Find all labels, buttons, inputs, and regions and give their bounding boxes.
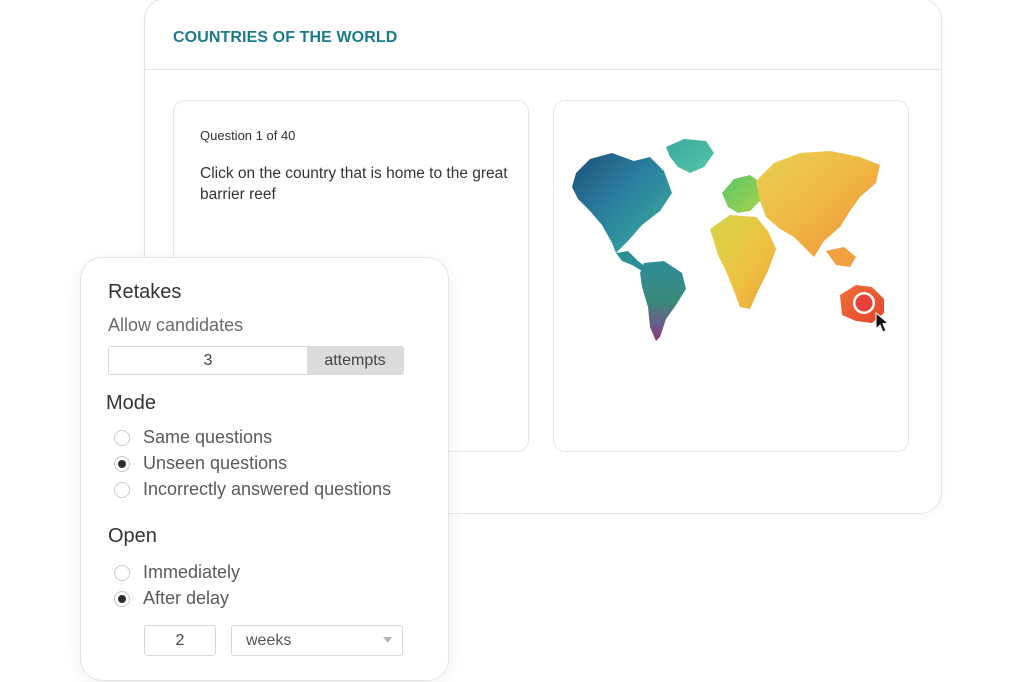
chevron-down-icon: [383, 637, 392, 643]
attempts-unit-label: attempts: [307, 347, 403, 374]
mode-option-unseen-questions[interactable]: Unseen questions: [114, 453, 287, 474]
radio-label: Same questions: [143, 427, 273, 447]
question-text: Click on the country that is home to the…: [200, 165, 508, 203]
radio-button[interactable]: [114, 481, 130, 498]
delay-amount-input[interactable]: [144, 625, 216, 656]
retake-settings-card: Retakes Allow candidates attempts Mode S…: [80, 257, 449, 681]
radio-button-selected[interactable]: [114, 590, 130, 607]
question-counter: Question 1 of 40: [200, 128, 296, 143]
open-option-immediately[interactable]: Immediately: [114, 562, 240, 583]
delay-unit-value: weeks: [246, 631, 292, 649]
retakes-heading: Retakes: [108, 281, 182, 303]
radio-button[interactable]: [114, 429, 130, 446]
open-heading: Open: [108, 525, 157, 547]
radio-label: Unseen questions: [143, 453, 288, 473]
asia-region[interactable]: [756, 151, 880, 257]
radio-label: Immediately: [143, 562, 241, 582]
radio-label: Incorrectly answered questions: [143, 479, 392, 499]
southeast-asia-region[interactable]: [826, 247, 856, 267]
world-map-panel[interactable]: [553, 100, 909, 452]
open-option-after-delay[interactable]: After delay: [114, 588, 229, 609]
south-america-region[interactable]: [640, 261, 686, 341]
radio-button-selected[interactable]: [114, 455, 130, 472]
central-america-region[interactable]: [616, 251, 646, 271]
header-divider: [145, 69, 941, 70]
allow-candidates-label: Allow candidates: [108, 315, 244, 335]
map-marker-icon: [853, 292, 875, 314]
radio-button[interactable]: [114, 564, 130, 581]
radio-label: After delay: [143, 588, 230, 608]
greenland-region[interactable]: [666, 139, 714, 173]
attempts-input-group: attempts: [108, 346, 404, 375]
north-america-region[interactable]: [572, 153, 672, 253]
attempts-input[interactable]: [109, 347, 307, 374]
mode-heading: Mode: [106, 392, 157, 414]
africa-region[interactable]: [710, 215, 776, 309]
quiz-title: COUNTRIES OF THE WORLD: [173, 29, 398, 46]
delay-unit-select[interactable]: weeks: [231, 625, 403, 656]
cursor-arrow-icon: [875, 311, 890, 333]
mode-option-same-questions[interactable]: Same questions: [114, 427, 272, 448]
world-map[interactable]: [554, 101, 909, 452]
mode-option-incorrect-questions[interactable]: Incorrectly answered questions: [114, 479, 391, 500]
